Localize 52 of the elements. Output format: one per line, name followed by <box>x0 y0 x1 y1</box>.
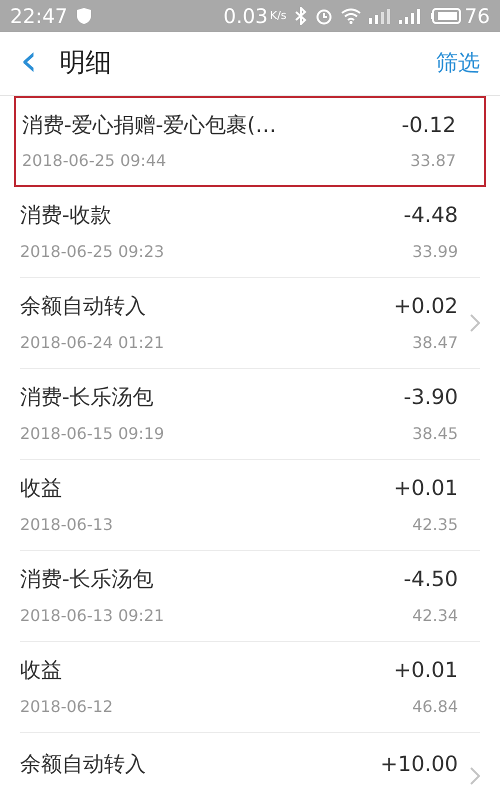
transaction-title: 消费-长乐汤包 <box>20 566 155 594</box>
transaction-date: 2018-06-25 09:23 <box>20 240 166 263</box>
balance: 33.99 <box>412 240 458 263</box>
network-speed: 0.03 <box>223 3 268 30</box>
transaction-amount: +0.01 <box>394 657 458 684</box>
transaction-title: 消费-收款 <box>20 202 113 230</box>
transaction-row[interactable]: 收益 2018-06-13 +0.01 42.35 <box>20 460 480 551</box>
speed-unit: K/s <box>270 8 287 24</box>
transaction-date: 2018-06-13 <box>20 514 114 536</box>
shield-icon <box>76 7 92 25</box>
transaction-amount: +10.00 <box>380 751 458 778</box>
transaction-row[interactable]: 余额自动转入 2018-06-24 01:21 +0.02 38.47 <box>20 278 480 369</box>
signal-icon <box>398 8 423 24</box>
transaction-row[interactable]: 消费-收款 2018-06-25 09:23 -4.48 33.99 <box>20 187 480 278</box>
battery-icon <box>430 8 461 24</box>
transaction-date: 2018-06-25 09:44 <box>22 150 168 172</box>
transaction-row[interactable]: 收益 2018-06-12 +0.01 46.84 <box>20 642 480 733</box>
filter-button[interactable]: 筛选 <box>436 47 480 80</box>
page-title: 明细 <box>60 47 112 80</box>
transaction-amount: -3.90 <box>404 384 458 412</box>
balance: 42.34 <box>412 604 458 627</box>
status-time: 22:47 <box>10 3 68 30</box>
bluetooth-icon <box>294 7 307 25</box>
transaction-date: 2018-06-15 09:19 <box>20 422 166 445</box>
transaction-date: 2018-06-13 09:21 <box>20 604 166 627</box>
transaction-amount: -4.50 <box>404 566 458 594</box>
balance: 38.45 <box>412 422 458 445</box>
transaction-title: 消费-长乐汤包 <box>20 384 155 412</box>
transaction-row[interactable]: 余额自动转入 +10.00 <box>20 733 480 790</box>
transaction-amount: -0.12 <box>402 112 456 139</box>
transaction-title: 收益 <box>20 475 63 502</box>
transaction-amount: -4.48 <box>404 202 458 230</box>
transaction-title: 消费-爱心捐赠-爱心包裹(… <box>22 112 278 139</box>
signal-icon <box>368 8 393 24</box>
transaction-title: 收益 <box>20 657 63 684</box>
transaction-title: 余额自动转入 <box>20 751 147 778</box>
transaction-date: 2018-06-24 01:21 <box>20 332 166 354</box>
balance: 33.87 <box>410 150 456 172</box>
back-button[interactable]: ‹ <box>20 38 38 82</box>
transaction-row[interactable]: 消费-长乐汤包 2018-06-13 09:21 -4.50 42.34 <box>20 551 480 642</box>
transaction-title: 余额自动转入 <box>20 293 147 320</box>
alarm-clock-icon <box>314 7 333 25</box>
wifi-icon <box>340 8 361 24</box>
balance: 42.35 <box>412 514 458 536</box>
transaction-date: 2018-06-12 <box>20 696 114 718</box>
transaction-amount: +0.01 <box>394 475 458 502</box>
transaction-row[interactable]: 消费-爱心捐赠-爱心包裹(… 2018-06-25 09:44 -0.12 33.87 <box>14 96 486 187</box>
transaction-amount: +0.02 <box>394 293 458 320</box>
balance: 46.84 <box>412 696 458 718</box>
balance: 38.47 <box>412 332 458 354</box>
battery-level: 76 <box>464 3 490 30</box>
transaction-row[interactable]: 消费-长乐汤包 2018-06-15 09:19 -3.90 38.45 <box>20 369 480 460</box>
